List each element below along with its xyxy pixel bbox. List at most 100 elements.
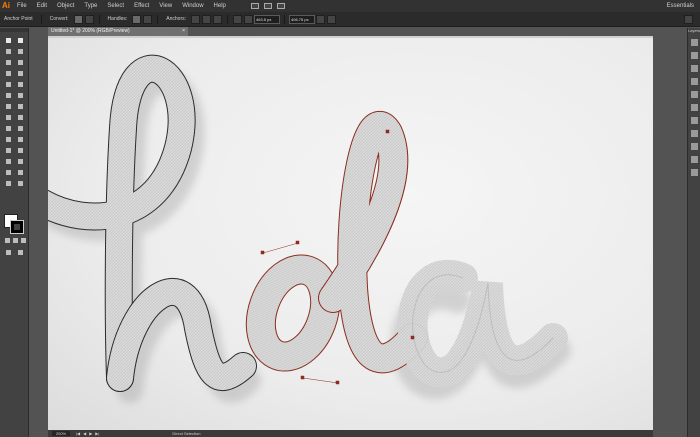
- line-tool-icon[interactable]: [15, 69, 25, 78]
- menu-select[interactable]: Select: [102, 0, 129, 12]
- constrain-button[interactable]: [316, 14, 326, 24]
- transform-button[interactable]: [327, 14, 337, 24]
- tools-panel: [0, 28, 29, 437]
- layers-icon[interactable]: [690, 39, 698, 46]
- convert-label: Convert:: [49, 16, 69, 22]
- last-artboard-icon[interactable]: ▶|: [95, 431, 99, 436]
- cut-path-button[interactable]: [202, 14, 212, 24]
- menu-object[interactable]: Object: [52, 0, 79, 12]
- separator: [157, 14, 159, 24]
- width-tool-icon[interactable]: [3, 113, 13, 122]
- separator: [40, 14, 42, 24]
- artboards-icon[interactable]: [690, 52, 698, 59]
- menu-edit[interactable]: Edit: [32, 0, 52, 12]
- eyedropper-tool-icon[interactable]: [3, 146, 13, 155]
- none-mode-icon[interactable]: [18, 236, 28, 245]
- menu-bar: Ai File Edit Object Type Select Effect V…: [0, 0, 700, 12]
- menu-view[interactable]: View: [154, 0, 177, 12]
- draw-mode-icon[interactable]: [3, 248, 13, 257]
- collapsed-panels: Layers: [687, 28, 700, 437]
- separator: [98, 14, 100, 24]
- close-document-icon[interactable]: ×: [182, 27, 185, 36]
- control-bar: Anchor Point Convert: Handles: Anchors:: [0, 12, 700, 27]
- paintbrush-tool-icon[interactable]: [15, 80, 25, 89]
- x-position-field[interactable]: [254, 14, 281, 24]
- swatches-icon[interactable]: [690, 65, 698, 72]
- curvature-tool-icon[interactable]: [15, 58, 25, 67]
- selection-tool-icon[interactable]: [3, 36, 13, 45]
- gradient-tool-icon[interactable]: [15, 135, 25, 144]
- previous-artboard-icon[interactable]: ◀: [83, 431, 86, 436]
- app-logo: Ai: [2, 1, 10, 10]
- rectangle-tool-icon[interactable]: [3, 80, 13, 89]
- menu-file[interactable]: File: [12, 0, 32, 12]
- anchors-label: Anchors:: [166, 16, 187, 22]
- perspective-grid-tool-icon[interactable]: [15, 124, 25, 133]
- tool-name-label: Anchor Point: [4, 16, 33, 22]
- free-transform-tool-icon[interactable]: [15, 113, 25, 122]
- convert-smooth-button[interactable]: [84, 14, 94, 24]
- zoom-tool-icon[interactable]: [15, 179, 25, 188]
- scale-tool-icon[interactable]: [15, 102, 25, 111]
- current-tool-status[interactable]: Direct Selection: [172, 431, 200, 436]
- transparency-icon[interactable]: [690, 130, 698, 137]
- connect-anchors-button[interactable]: [213, 14, 223, 24]
- column-graph-tool-icon[interactable]: [15, 157, 25, 166]
- artboard-canvas[interactable]: [48, 38, 653, 430]
- slice-tool-icon[interactable]: [15, 168, 25, 177]
- symbol-sprayer-tool-icon[interactable]: [3, 157, 13, 166]
- first-artboard-icon[interactable]: |◀: [76, 431, 80, 436]
- bridge-icon[interactable]: [263, 3, 272, 9]
- artboard-tool-icon[interactable]: [3, 168, 13, 177]
- align-icon[interactable]: [690, 169, 698, 176]
- separator: [227, 14, 229, 24]
- menu-effect[interactable]: Effect: [129, 0, 154, 12]
- zoom-level-field[interactable]: 200%: [52, 431, 70, 436]
- handles-label: Handles:: [107, 16, 128, 22]
- workspace-switcher[interactable]: Essentials: [667, 0, 694, 12]
- letter-o[interactable]: [245, 254, 341, 372]
- graphic-styles-icon[interactable]: [690, 156, 698, 163]
- type-tool-icon[interactable]: [3, 69, 13, 78]
- layers-panel-label[interactable]: Layers: [688, 28, 700, 33]
- stroke-color-swatch[interactable]: [10, 220, 24, 234]
- symbols-icon[interactable]: [690, 91, 698, 98]
- align-anchor-button-2[interactable]: [244, 14, 254, 24]
- remove-anchor-button[interactable]: [191, 14, 201, 24]
- panel-menu-icon[interactable]: [684, 15, 693, 24]
- hide-handles-button[interactable]: [143, 14, 153, 24]
- gpu-performance-icon[interactable]: [276, 3, 285, 9]
- pen-tool-icon[interactable]: [3, 58, 13, 67]
- show-handles-button[interactable]: [132, 14, 142, 24]
- shape-builder-tool-icon[interactable]: [3, 124, 13, 133]
- menu-help[interactable]: Help: [209, 0, 231, 12]
- blend-tool-icon[interactable]: [15, 146, 25, 155]
- document-tab[interactable]: Untitled-1* @ 200% (RGB/Preview) ×: [48, 27, 188, 36]
- menu-type[interactable]: Type: [79, 0, 102, 12]
- magic-wand-tool-icon[interactable]: [3, 47, 13, 56]
- pencil-tool-icon[interactable]: [3, 91, 13, 100]
- next-artboard-icon[interactable]: ▶: [89, 431, 92, 436]
- gradient-icon[interactable]: [690, 117, 698, 124]
- hand-tool-icon[interactable]: [3, 179, 13, 188]
- tools-panel-grip[interactable]: [0, 28, 28, 32]
- convert-corner-button[interactable]: [73, 14, 83, 24]
- document-tab-title: Untitled-1* @ 200% (RGB/Preview): [51, 28, 130, 34]
- separator: [284, 14, 286, 24]
- status-bar: 200% |◀ ◀ ▶ ▶| Direct Selection: [48, 430, 653, 437]
- menu-icons: [250, 3, 285, 9]
- appearance-icon[interactable]: [690, 143, 698, 150]
- eraser-tool-icon[interactable]: [15, 91, 25, 100]
- align-anchor-button[interactable]: [233, 14, 243, 24]
- menu-window[interactable]: Window: [177, 0, 208, 12]
- y-position-field[interactable]: [289, 14, 316, 24]
- mesh-tool-icon[interactable]: [3, 135, 13, 144]
- brushes-icon[interactable]: [690, 78, 698, 85]
- arrange-documents-icon[interactable]: [250, 3, 259, 9]
- lasso-tool-icon[interactable]: [15, 47, 25, 56]
- rotate-tool-icon[interactable]: [3, 102, 13, 111]
- direct-selection-tool-icon[interactable]: [15, 36, 25, 45]
- stroke-icon[interactable]: [690, 104, 698, 111]
- hola-lettering-artwork: [48, 54, 571, 403]
- screen-mode-icon[interactable]: [15, 248, 25, 257]
